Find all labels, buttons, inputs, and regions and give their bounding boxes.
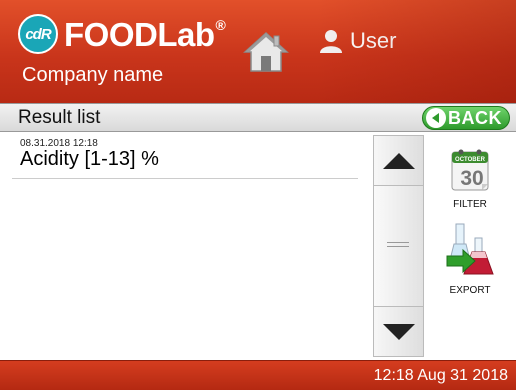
result-list: 08.31.2018 12:18 Acidity [1-13] % <box>12 135 358 357</box>
filter-label: FILTER <box>453 199 487 210</box>
calendar-day: 30 <box>460 167 483 190</box>
scroll-grip[interactable] <box>387 242 409 248</box>
export-flask-icon <box>446 223 494 275</box>
user-indicator[interactable]: User <box>320 28 396 54</box>
filter-button[interactable]: OCTOBER 30 FILTER <box>440 146 500 210</box>
scroll-track[interactable] <box>374 186 423 306</box>
scroll-up-icon <box>382 152 415 169</box>
logo-wordmark: FOODLab <box>64 15 215 53</box>
home-icon <box>243 31 289 72</box>
back-button-label: BACK <box>448 107 502 128</box>
user-icon <box>320 30 342 53</box>
list-item[interactable]: 08.31.2018 12:18 Acidity [1-13] % <box>12 135 358 179</box>
calendar-icon: OCTOBER 30 <box>451 149 489 191</box>
clock-date: 12:18 Aug 31 2018 <box>373 367 508 384</box>
export-label: EXPORT <box>449 285 491 296</box>
scroll-down-button[interactable] <box>374 306 423 356</box>
result-list-bar: Result list BACK <box>0 103 516 132</box>
home-button[interactable] <box>243 30 289 74</box>
scroll-down-icon <box>382 323 415 340</box>
export-button[interactable]: EXPORT <box>440 222 500 296</box>
back-button[interactable]: BACK <box>422 106 510 130</box>
back-arrow-icon <box>426 108 446 128</box>
app-logo: cdR FOODLab® <box>18 14 226 54</box>
scroll-up-button[interactable] <box>374 136 423 186</box>
scrollbar[interactable] <box>373 135 424 357</box>
result-test-name: Acidity [1-13] % <box>20 148 159 170</box>
calendar-month: OCTOBER <box>455 157 486 163</box>
logo-badge: cdR <box>18 14 58 54</box>
status-bar: 12:18 Aug 31 2018 <box>0 360 516 390</box>
app-header: cdR FOODLab® Company name User <box>0 0 516 103</box>
logo-registered-mark: ® <box>215 16 226 33</box>
page-title: Result list <box>18 107 101 128</box>
logo-text: FOODLab® <box>64 15 226 53</box>
company-name: Company name <box>22 64 164 86</box>
user-name: User <box>350 28 397 53</box>
